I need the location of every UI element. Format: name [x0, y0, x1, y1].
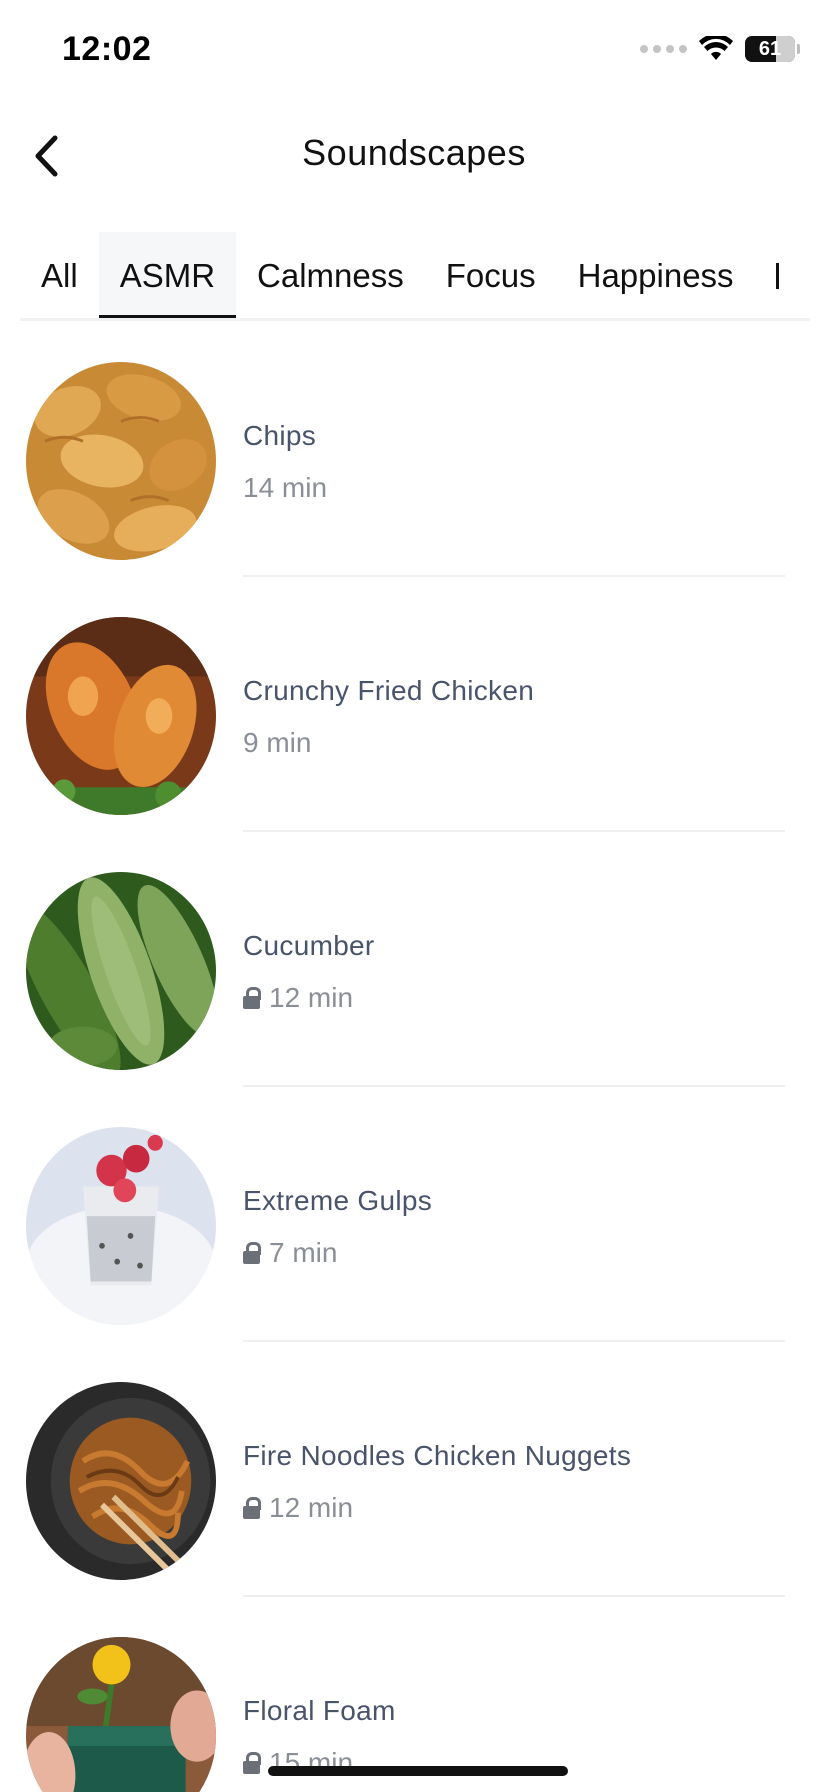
item-duration: 14 min	[243, 472, 328, 503]
battery-icon: 61	[745, 36, 800, 62]
tab-happiness[interactable]: Happiness	[557, 232, 755, 320]
tab-focus[interactable]: Focus	[425, 232, 557, 320]
item-duration: 9 min	[243, 727, 312, 758]
item-meta: 7 min	[243, 1237, 337, 1269]
fried-chicken-thumbnail	[26, 617, 216, 815]
item-title: Cucumber	[243, 930, 375, 961]
status-icons: 61	[640, 36, 800, 62]
extreme-gulps-thumbnail	[26, 1127, 216, 1325]
item-title: Extreme Gulps	[243, 1185, 433, 1216]
item-title: Fire Noodles Chicken Nuggets	[243, 1440, 632, 1471]
lock-icon	[243, 987, 261, 1009]
list-item[interactable]: Extreme Gulps 7 min	[0, 1087, 828, 1342]
battery-level: 61	[758, 37, 782, 60]
status-bar: 12:02 61	[0, 0, 828, 100]
item-title: Floral Foam	[243, 1695, 396, 1726]
status-time: 12:02	[62, 30, 152, 68]
lock-icon	[243, 1752, 261, 1774]
signal-dots-icon	[640, 45, 687, 53]
tabs-divider	[20, 318, 810, 321]
cucumber-thumbnail	[26, 872, 216, 1070]
lock-icon	[243, 1242, 261, 1264]
item-title: Crunchy Fried Chicken	[243, 675, 535, 706]
list-item[interactable]: Floral Foam 15 min	[0, 1597, 828, 1792]
item-duration: 12 min	[269, 982, 354, 1013]
item-duration: 12 min	[269, 1492, 354, 1523]
tab-next-partial[interactable]	[755, 232, 800, 320]
wifi-icon	[699, 36, 733, 60]
list-item[interactable]: Cucumber 12 min	[0, 832, 828, 1087]
page-title: Soundscapes	[302, 132, 526, 173]
item-duration: 7 min	[269, 1237, 338, 1268]
item-meta: 9 min	[243, 727, 311, 759]
tab-asmr[interactable]: ASMR	[98, 232, 237, 320]
item-meta: 12 min	[243, 982, 353, 1014]
floral-foam-thumbnail	[26, 1637, 216, 1792]
item-meta: 14 min	[243, 472, 327, 504]
item-meta: 12 min	[243, 1492, 353, 1524]
soundscape-list: Chips 14 min Crunchy Fried Chicken 9 min	[0, 322, 828, 1792]
fire-noodles-thumbnail	[26, 1382, 216, 1580]
tab-all[interactable]: All	[20, 232, 99, 320]
category-tabs: All ASMR Calmness Focus Happiness	[0, 232, 828, 320]
list-item[interactable]: Chips 14 min	[0, 322, 828, 577]
nav-bar: Soundscapes	[0, 100, 828, 210]
list-item[interactable]: Crunchy Fried Chicken 9 min	[0, 577, 828, 832]
item-title: Chips	[243, 420, 317, 451]
home-indicator[interactable]	[268, 1766, 568, 1776]
list-item[interactable]: Fire Noodles Chicken Nuggets 12 min	[0, 1342, 828, 1597]
tab-calmness[interactable]: Calmness	[236, 232, 425, 320]
lock-icon	[243, 1497, 261, 1519]
chips-thumbnail	[26, 362, 216, 560]
